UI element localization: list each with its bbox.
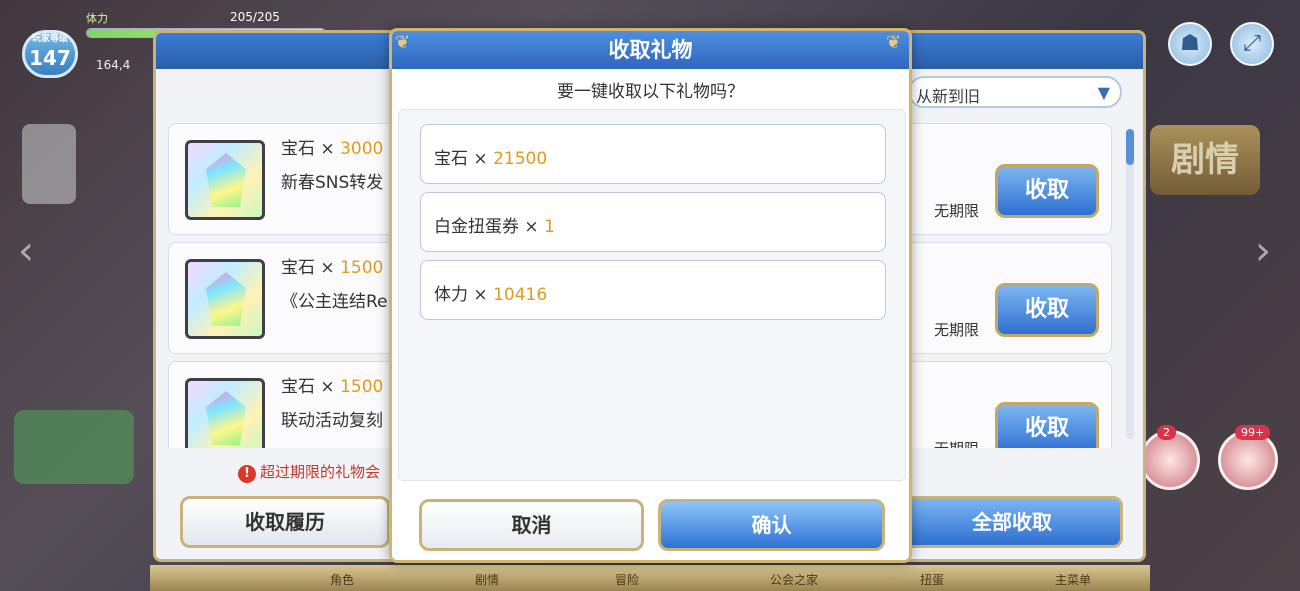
claim-all-button[interactable]: 全部收取 bbox=[901, 496, 1123, 548]
claim-button[interactable]: 收取 bbox=[995, 283, 1099, 337]
claim-button[interactable]: 收取 bbox=[995, 164, 1099, 218]
gift-title: 宝石 × 3000 bbox=[281, 139, 384, 159]
nav-item-gacha[interactable]: 扭蛋 bbox=[920, 571, 944, 588]
gift-icon-button[interactable]: 99+ bbox=[1218, 425, 1278, 490]
player-level-caption: 玩家等级 bbox=[31, 34, 68, 44]
nav-item-character[interactable]: 角色 bbox=[330, 571, 354, 588]
nav-item-menu[interactable]: 主菜单 bbox=[1055, 571, 1091, 588]
sort-dropdown[interactable]: 从新到旧 ▼ bbox=[908, 76, 1122, 108]
expiry-warning: ! 超过期限的礼物会 bbox=[238, 461, 380, 483]
player-level: 玩家等级 147 bbox=[22, 30, 78, 78]
expand-icon: ⤢ bbox=[1243, 31, 1261, 56]
left-event-banner[interactable] bbox=[14, 410, 134, 484]
gift-title: 宝石 × 1500 bbox=[281, 377, 384, 397]
warning-icon: ! bbox=[238, 465, 256, 483]
ornament-icon: ❦ bbox=[395, 32, 411, 53]
nav-item-guild[interactable]: 公会之家 bbox=[770, 571, 818, 588]
gift-expiry: 无期限 bbox=[934, 321, 980, 339]
gift-badge: 99+ bbox=[1235, 425, 1271, 440]
nav-item-story[interactable]: 剧情 bbox=[475, 571, 499, 588]
dialog-question: 要一键收取以下礼物吗？ bbox=[557, 82, 744, 102]
bottom-nav: 角色 剧情 冒险 公会之家 扭蛋 主菜单 bbox=[150, 565, 1150, 591]
gift-expiry: 无期限 bbox=[934, 202, 980, 220]
chevron-left-icon[interactable]: ‹ bbox=[18, 228, 34, 274]
item-times: × bbox=[524, 217, 539, 237]
gem-icon bbox=[185, 378, 265, 448]
dialog-gift-item: 宝石 × 21500 bbox=[420, 124, 886, 184]
dialog-gift-item: 体力 × 10416 bbox=[420, 260, 886, 320]
nav-item-adventure[interactable]: 冒险 bbox=[615, 571, 639, 588]
gift-title: 宝石 × 1500 bbox=[281, 258, 384, 278]
ornament-icon: ❦ bbox=[886, 32, 902, 53]
confirm-button[interactable]: 确认 bbox=[658, 499, 885, 551]
mission-badge: 2 bbox=[1157, 425, 1176, 440]
expand-icon-button[interactable]: ⤢ bbox=[1230, 22, 1274, 66]
left-character-portrait[interactable] bbox=[22, 124, 76, 204]
item-name: 白金扭蛋券 bbox=[434, 217, 519, 237]
item-times: × bbox=[473, 149, 488, 169]
gem-icon bbox=[185, 140, 265, 220]
story-banner[interactable]: 剧情 bbox=[1150, 125, 1260, 195]
item-name: 宝石 bbox=[434, 149, 468, 169]
item-times: × bbox=[473, 285, 488, 305]
claim-history-button[interactable]: 收取履历 bbox=[180, 496, 390, 548]
item-amount: 1 bbox=[544, 217, 555, 237]
hud-sub-value: 164,4 bbox=[96, 58, 131, 72]
item-amount: 21500 bbox=[493, 149, 548, 169]
story-banner-label: 剧情 bbox=[1171, 140, 1239, 180]
chevron-down-icon: ▼ bbox=[1097, 83, 1110, 102]
stamina-label: 体力 bbox=[86, 12, 108, 25]
expiry-warning-text: 超过期限的礼物会 bbox=[260, 463, 381, 481]
gift-description: 《公主连结Re bbox=[281, 292, 388, 312]
chevron-right-icon[interactable]: › bbox=[1255, 228, 1271, 274]
dialog-gift-item: 白金扭蛋券 × 1 bbox=[420, 192, 886, 252]
character-icon-button[interactable]: ☗ bbox=[1168, 22, 1212, 66]
stamina-value: 205/205 bbox=[230, 10, 280, 24]
gem-icon bbox=[185, 259, 265, 339]
dialog-title: 收取礼物 bbox=[392, 31, 909, 69]
character-icon: ☗ bbox=[1180, 31, 1200, 56]
scrollbar-thumb[interactable] bbox=[1126, 129, 1134, 165]
dialog-gift-list: 宝石 × 21500 白金扭蛋券 × 1 体力 × 10416 bbox=[398, 109, 906, 481]
item-name: 体力 bbox=[434, 285, 468, 305]
claim-button[interactable]: 收取 bbox=[995, 402, 1099, 448]
gift-description: 新春SNS转发 bbox=[281, 173, 384, 193]
gift-expiry: 无期限 bbox=[934, 438, 979, 448]
claim-gifts-dialog: 收取礼物 ❦ ❦ 要一键收取以下礼物吗？ 宝石 × 21500 白金扭蛋券 × … bbox=[389, 28, 912, 563]
sort-dropdown-value: 从新到旧 bbox=[916, 87, 981, 106]
cancel-button[interactable]: 取消 bbox=[419, 499, 644, 551]
gift-description: 联动活动复刻 bbox=[281, 411, 383, 431]
player-level-value: 147 bbox=[29, 46, 71, 70]
gift-list-scrollbar[interactable] bbox=[1126, 129, 1134, 439]
mission-button[interactable]: 2 bbox=[1140, 425, 1200, 490]
item-amount: 10416 bbox=[493, 285, 548, 305]
